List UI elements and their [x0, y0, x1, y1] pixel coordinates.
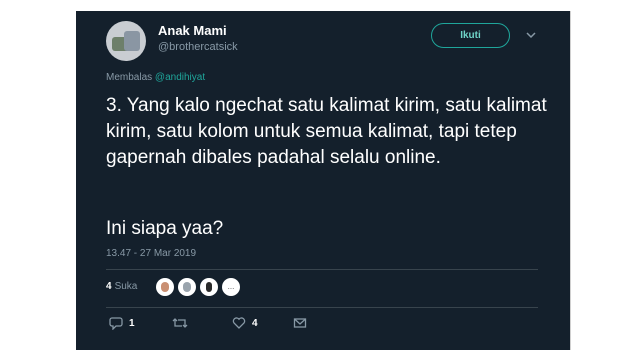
reply-context: Membalas @andihiyat	[106, 72, 205, 83]
follow-button[interactable]: Ikuti	[431, 23, 510, 48]
liker-more[interactable]: ...	[222, 278, 240, 296]
likes-summary[interactable]: 4 Suka	[106, 281, 137, 292]
message-action[interactable]	[293, 316, 307, 330]
avatar-shape	[124, 31, 140, 51]
likes-count: 4	[106, 281, 112, 292]
display-name[interactable]: Anak Mami	[158, 23, 227, 38]
user-handle[interactable]: @brothercatsick	[158, 41, 238, 53]
heart-icon	[232, 317, 246, 329]
divider	[106, 269, 538, 270]
like-action[interactable]: 4	[232, 316, 258, 330]
retweet-icon	[172, 318, 188, 328]
reply-prefix: Membalas	[106, 72, 153, 83]
reply-count: 1	[129, 317, 135, 329]
chevron-down-icon[interactable]	[525, 29, 537, 41]
liker-avatar[interactable]	[200, 278, 218, 296]
liker-avatar[interactable]	[156, 278, 174, 296]
timestamp[interactable]: 13.47 - 27 Mar 2019	[106, 248, 196, 259]
reply-mention[interactable]: @andihiyat	[155, 72, 205, 83]
likes-label: Suka	[114, 281, 138, 292]
tweet-text: 3. Yang kalo ngechat satu kalimat kirim,…	[106, 95, 547, 168]
like-count: 4	[252, 317, 258, 329]
frame-edge	[570, 11, 571, 350]
tweet-text-question: Ini siapa yaa?	[106, 218, 224, 239]
liker-avatars: ...	[156, 278, 244, 296]
reply-action[interactable]: 1	[109, 316, 135, 330]
envelope-icon	[293, 318, 307, 328]
divider	[106, 307, 538, 308]
retweet-action[interactable]	[172, 316, 188, 330]
tweet-card: Anak Mami @brothercatsick Ikuti Membalas…	[76, 11, 570, 350]
avatar[interactable]	[106, 21, 146, 61]
reply-icon	[109, 317, 123, 330]
liker-avatar[interactable]	[178, 278, 196, 296]
